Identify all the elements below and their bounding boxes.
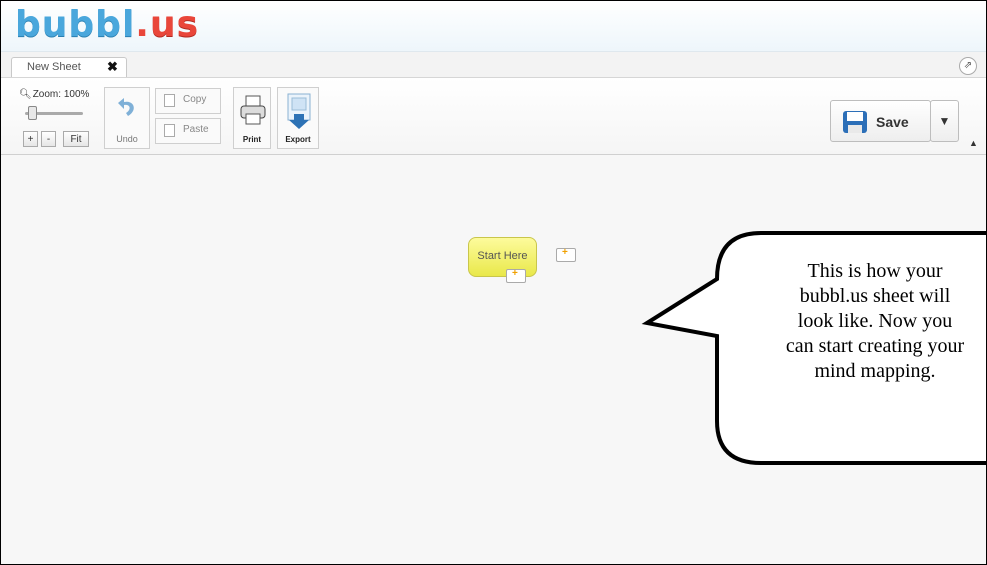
app-window: bubbl.us New Sheet ✖ ⇗ 🔍︎Zoom: 100% + - …	[0, 0, 987, 565]
callout-line: This is how your	[807, 260, 943, 282]
callout-line: mind mapping.	[814, 360, 936, 382]
callout-line: can start creating your	[785, 335, 965, 357]
callout-line: look like. Now you	[797, 310, 953, 332]
callout-line: bubbl.us sheet will	[799, 285, 951, 307]
callout-text: This is how your bubbl.us sheet will loo…	[745, 259, 986, 384]
